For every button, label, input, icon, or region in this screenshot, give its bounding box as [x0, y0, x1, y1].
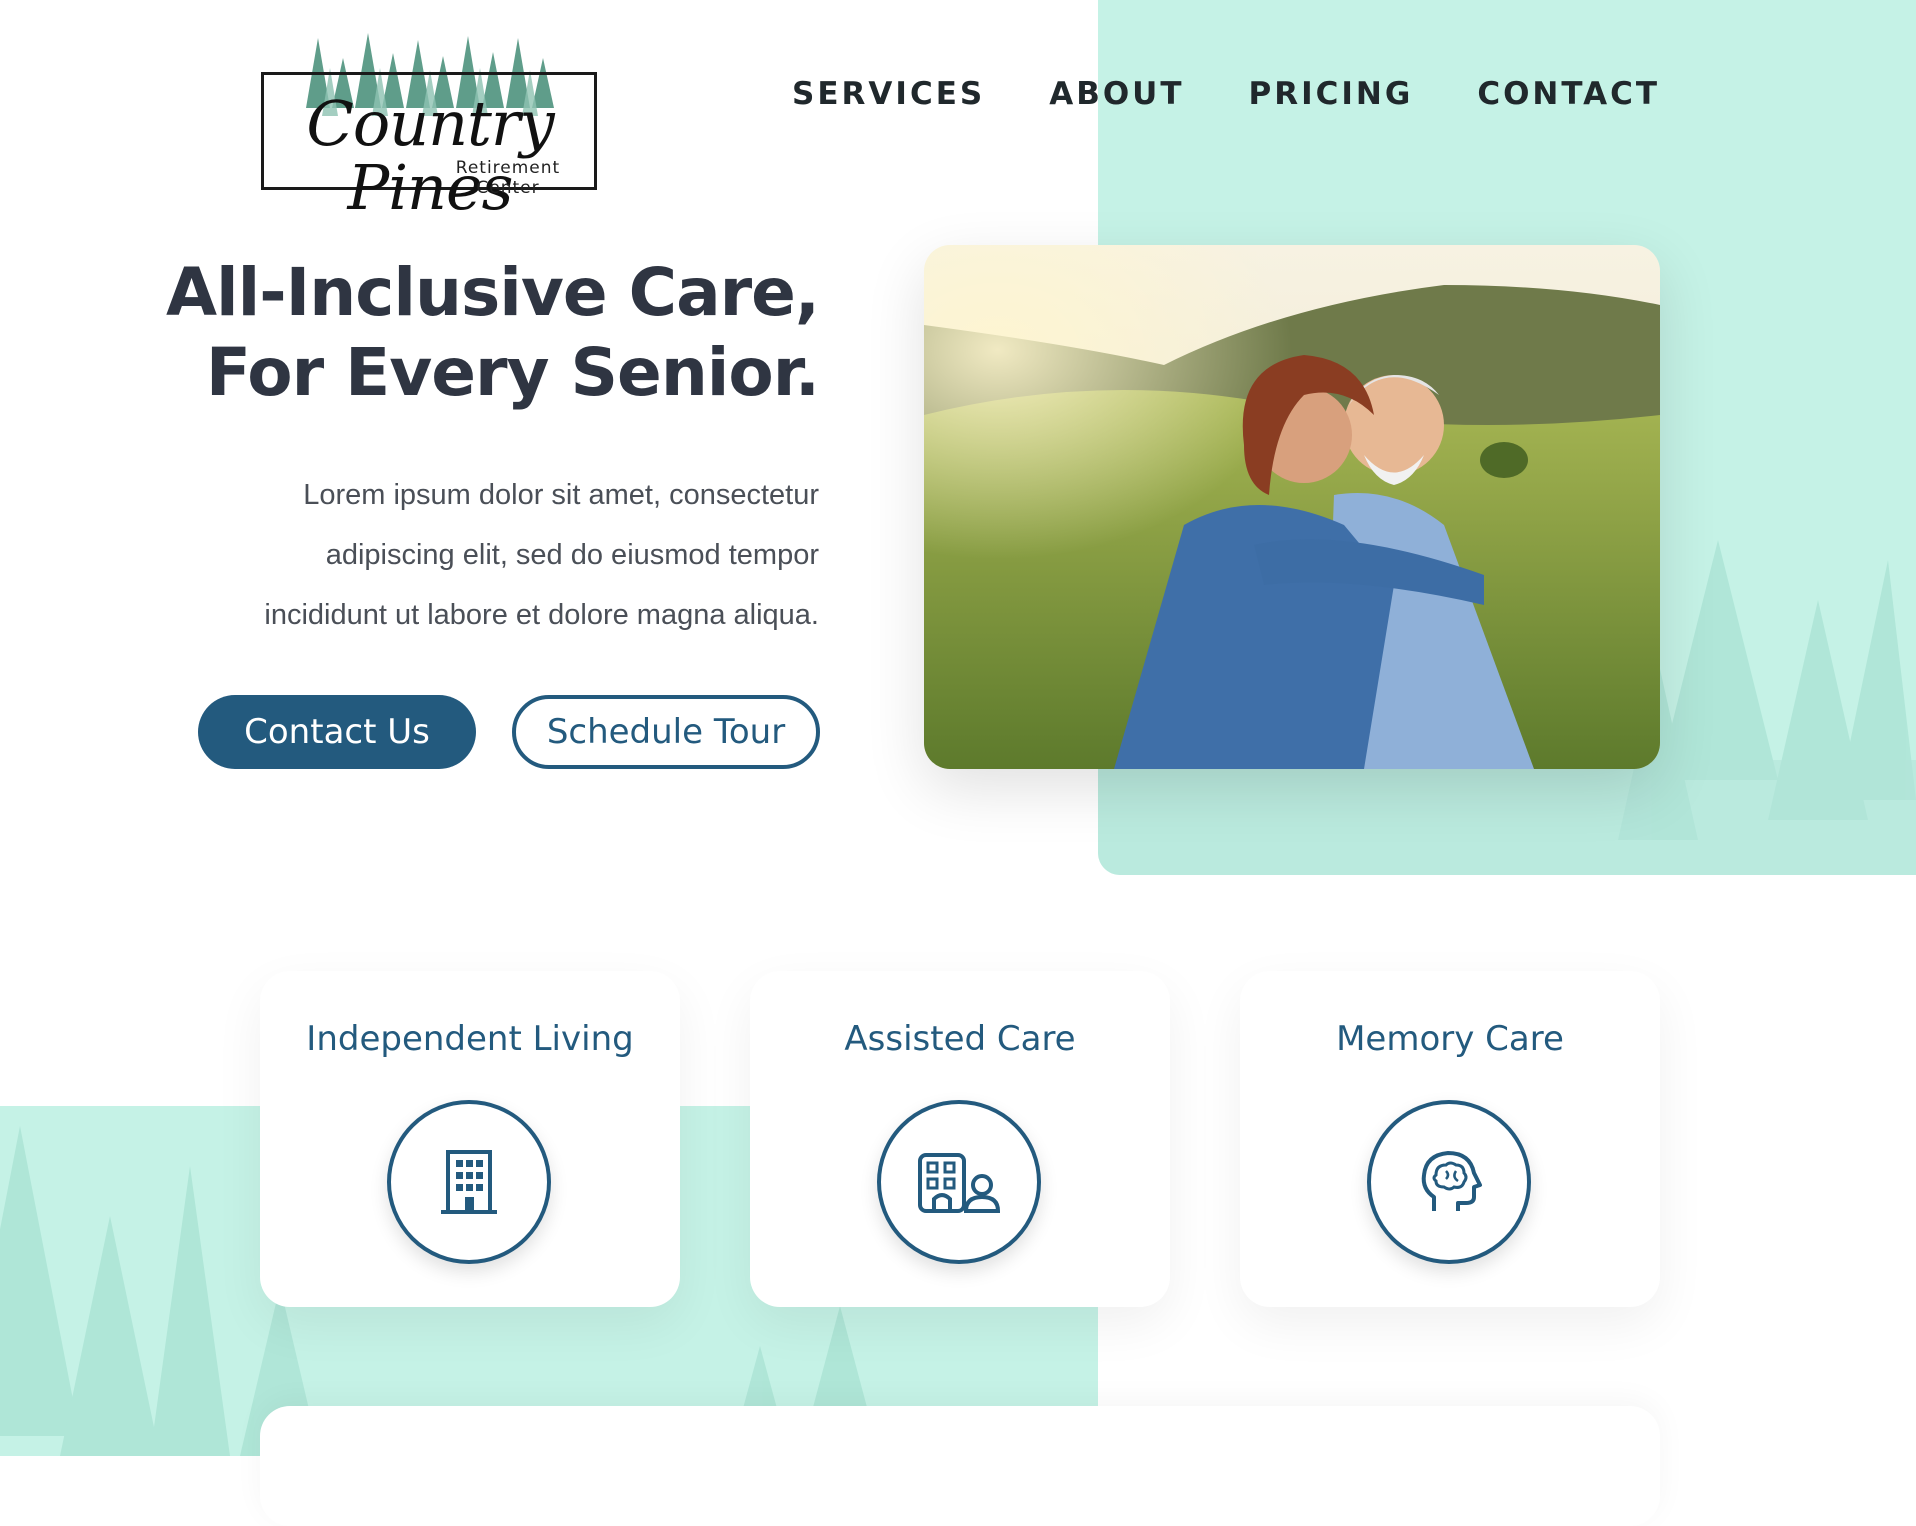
- service-card-independent-living[interactable]: Independent Living: [260, 971, 680, 1307]
- schedule-tour-button[interactable]: Schedule Tour: [512, 695, 820, 769]
- hero-photo-couple-hugging: [924, 245, 1660, 769]
- brain-head-icon-glyph: [1421, 1151, 1482, 1211]
- nav-item-about[interactable]: ABOUT: [1049, 76, 1184, 112]
- nav-item-contact[interactable]: CONTACT: [1477, 76, 1660, 112]
- hero-description-line3: incididunt ut labore et dolore magna ali…: [264, 599, 819, 631]
- logo-subtitle: Retirement Center: [455, 158, 561, 198]
- service-card-title: Assisted Care: [844, 1019, 1076, 1059]
- service-card-assisted-care[interactable]: Assisted Care: [750, 971, 1170, 1307]
- hero-description-line2: adipiscing elit, sed do eiusmod tempor: [325, 539, 819, 571]
- service-card-title: Memory Care: [1336, 1019, 1564, 1059]
- building-icon-glyph: [441, 1150, 497, 1214]
- hero-title-line1: All-Inclusive Care,: [165, 254, 820, 331]
- hero-description-line1: Lorem ipsum dolor sit amet, consectetur: [303, 479, 819, 511]
- service-card-memory-care[interactable]: Memory Care: [1240, 971, 1660, 1307]
- hero-photo-illustration: [924, 245, 1660, 769]
- brain-head-icon: [1367, 1100, 1531, 1264]
- main-nav: SERVICES ABOUT PRICING CONTACT: [792, 76, 1660, 112]
- contact-us-button[interactable]: Contact Us: [198, 695, 476, 769]
- building-person-icon-glyph: [918, 1153, 1001, 1213]
- next-section-panel: [260, 1406, 1660, 1526]
- nav-item-pricing[interactable]: PRICING: [1249, 76, 1414, 112]
- logo-wordmark: Country Pines: [306, 87, 554, 224]
- building-person-icon: [877, 1100, 1041, 1264]
- brand-logo[interactable]: Country Pines Retirement Center: [258, 28, 598, 220]
- building-icon: [387, 1100, 551, 1264]
- service-card-title: Independent Living: [306, 1019, 634, 1059]
- hero-title: All-Inclusive Care, For Every Senior.: [119, 253, 820, 413]
- hero-title-line2: For Every Senior.: [205, 334, 820, 411]
- nav-item-services[interactable]: SERVICES: [792, 76, 985, 112]
- hero-description: Lorem ipsum dolor sit amet, consectetur …: [179, 465, 819, 645]
